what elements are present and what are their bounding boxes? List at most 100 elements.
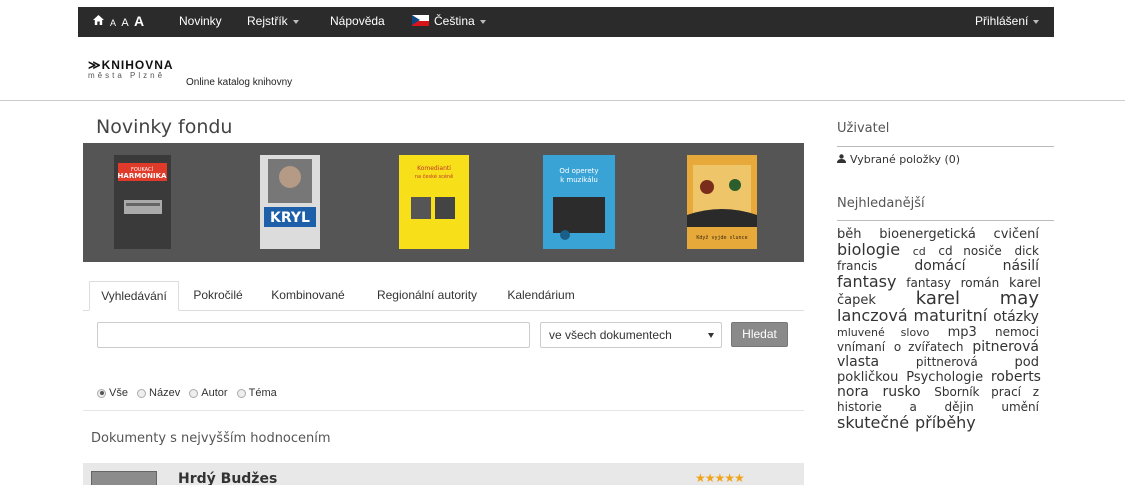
- tag-cloud: běh bioenergetická cvičení biologie cd c…: [837, 227, 1041, 432]
- tag-link[interactable]: pitnerová: [972, 339, 1039, 355]
- popular-divider: [837, 220, 1054, 221]
- tag-link[interactable]: francis: [837, 259, 877, 273]
- book-cover[interactable]: KRYL: [260, 155, 320, 249]
- tag-link[interactable]: cd nosiče: [938, 244, 1001, 258]
- radio-unchecked-icon: [189, 388, 199, 398]
- chevron-down-icon: [1033, 19, 1040, 24]
- tag-link[interactable]: historie a dějin umění: [837, 400, 1039, 414]
- book-cover[interactable]: Když vyjde slunce: [687, 155, 757, 249]
- site-subtitle: Online katalog knihovny: [186, 77, 293, 88]
- nav-language-label: Čeština: [434, 14, 475, 28]
- tab-vyhledavani[interactable]: Vyhledávání: [89, 281, 179, 311]
- selected-items-link[interactable]: Vybrané položky (0): [837, 153, 960, 166]
- library-logo[interactable]: ≫KNIHOVNA města Plzně: [88, 58, 174, 80]
- tag-link[interactable]: mluvené slovo: [837, 326, 929, 339]
- user-icon: [837, 153, 847, 166]
- tag-link[interactable]: příběhy: [915, 413, 976, 432]
- book-cover[interactable]: Komedianti na české scéně: [399, 155, 469, 249]
- tag-link[interactable]: Sborník prací z: [934, 385, 1039, 399]
- tag-link[interactable]: pod: [1015, 355, 1039, 370]
- search-scope-select[interactable]: ve všech dokumentech: [540, 322, 722, 348]
- nav-login[interactable]: Přihlášení: [975, 7, 1040, 37]
- font-size-medium[interactable]: A: [121, 17, 129, 29]
- svg-text:Komedianti: Komedianti: [417, 165, 451, 172]
- tag-link[interactable]: rusko: [882, 384, 920, 400]
- tag-link[interactable]: vnímaní: [837, 340, 885, 354]
- tag-link[interactable]: pittnerová: [916, 355, 978, 369]
- tag-link[interactable]: lanczová: [837, 306, 908, 325]
- header-divider: [0, 100, 1125, 101]
- nav-language[interactable]: Čeština: [412, 7, 486, 37]
- tag-link[interactable]: fantasy: [837, 272, 896, 291]
- book-cover[interactable]: Od operety k muzikálu: [543, 155, 615, 249]
- logo-main-label: KNIHOVNA: [101, 58, 174, 72]
- popular-title: Nejhledanější: [837, 196, 925, 211]
- top-rated-title: Dokumenty s nejvyšším hodnocením: [91, 431, 331, 446]
- chevron-down-icon: [479, 19, 486, 24]
- radio-tema[interactable]: Téma: [236, 387, 277, 399]
- tag-link[interactable]: mp3: [948, 325, 977, 340]
- site-header: ≫KNIHOVNA města Plzně Online katalog kni…: [78, 36, 1054, 100]
- top-navbar: A A A Novinky Rejstřík Nápověda Čeština …: [0, 0, 1125, 37]
- tag-link[interactable]: nemoci: [995, 325, 1039, 339]
- home-icon[interactable]: [92, 7, 105, 37]
- dropdown-arrow-icon: [708, 333, 714, 338]
- logo-mark-icon: ≫: [88, 58, 102, 72]
- tab-kalendarium[interactable]: Kalendárium: [499, 281, 583, 311]
- new-books-carousel: FOUKACÍ HARMONIKA KRYL Komedianti na české…: [83, 143, 804, 262]
- radio-vse[interactable]: Vše: [97, 387, 128, 399]
- search-button[interactable]: Hledat: [731, 322, 788, 347]
- nav-login-label: Přihlášení: [975, 14, 1029, 28]
- tag-link[interactable]: cd: [913, 245, 926, 258]
- nav-rejstrik[interactable]: Rejstřík: [247, 7, 299, 37]
- svg-text:HARMONIKA: HARMONIKA: [118, 172, 167, 180]
- tag-link[interactable]: maturitní: [914, 306, 988, 325]
- search-field-radios: Vše Název Autor Téma: [97, 387, 283, 401]
- svg-text:na české scéně: na české scéně: [415, 173, 453, 180]
- top-rated-item[interactable]: Hrdý Budžes ★★★★★: [83, 463, 804, 485]
- font-size-small[interactable]: A: [110, 18, 117, 28]
- page-title: Novinky fondu: [96, 116, 233, 138]
- section-divider: [83, 410, 804, 411]
- radio-label: Autor: [201, 387, 228, 399]
- tag-link[interactable]: skutečné: [837, 413, 909, 432]
- book-cover[interactable]: FOUKACÍ HARMONIKA: [114, 155, 171, 249]
- radio-autor[interactable]: Autor: [189, 387, 228, 399]
- logo-main-text: ≫KNIHOVNA: [88, 58, 174, 72]
- tab-pokrocile[interactable]: Pokročilé: [183, 281, 253, 311]
- tag-link[interactable]: otázky: [993, 309, 1039, 325]
- chevron-down-icon: [292, 19, 299, 24]
- svg-text:k muzikálu: k muzikálu: [560, 176, 598, 184]
- nav-napoveda[interactable]: Nápověda: [330, 7, 385, 37]
- search-input[interactable]: [97, 322, 530, 348]
- svg-text:KRYL: KRYL: [270, 210, 310, 226]
- font-size-large[interactable]: A: [134, 13, 145, 29]
- radio-unchecked-icon: [236, 388, 246, 398]
- book-title[interactable]: Hrdý Budžes: [178, 471, 277, 485]
- book-thumbnail[interactable]: [91, 471, 157, 485]
- user-panel-divider: [837, 146, 1054, 147]
- font-size-switcher[interactable]: A A A: [110, 7, 145, 37]
- user-panel-title: Uživatel: [837, 121, 890, 136]
- radio-nazev[interactable]: Název: [137, 387, 180, 399]
- tag-link[interactable]: cvičení: [994, 227, 1039, 242]
- radio-label: Vše: [109, 387, 128, 399]
- tag-link[interactable]: domácí: [914, 258, 965, 274]
- tag-link[interactable]: Psychologie: [906, 370, 983, 385]
- tab-regionalni-autority[interactable]: Regionální autority: [367, 281, 487, 311]
- tag-link[interactable]: dick: [1014, 244, 1039, 258]
- radio-label: Název: [149, 387, 181, 399]
- tag-link[interactable]: násilí: [1003, 258, 1039, 274]
- czech-flag-icon: [412, 15, 429, 26]
- tag-link[interactable]: pokličkou: [837, 370, 898, 385]
- rating-stars: ★★★★★: [695, 471, 745, 485]
- tag-link[interactable]: o zvířatech: [894, 340, 964, 354]
- nav-rejstrik-label: Rejstřík: [247, 14, 288, 28]
- svg-text:Když vyjde slunce: Když vyjde slunce: [696, 234, 747, 241]
- top-navbar-bar: A A A Novinky Rejstřík Nápověda Čeština …: [78, 7, 1054, 37]
- search-tabs: Vyhledávání Pokročilé Kombinované Region…: [83, 281, 804, 311]
- tag-link[interactable]: vlasta: [837, 354, 879, 370]
- tab-kombinovane[interactable]: Kombinované: [262, 281, 354, 311]
- nav-novinky[interactable]: Novinky: [179, 7, 222, 37]
- tag-link[interactable]: biologie: [837, 240, 900, 259]
